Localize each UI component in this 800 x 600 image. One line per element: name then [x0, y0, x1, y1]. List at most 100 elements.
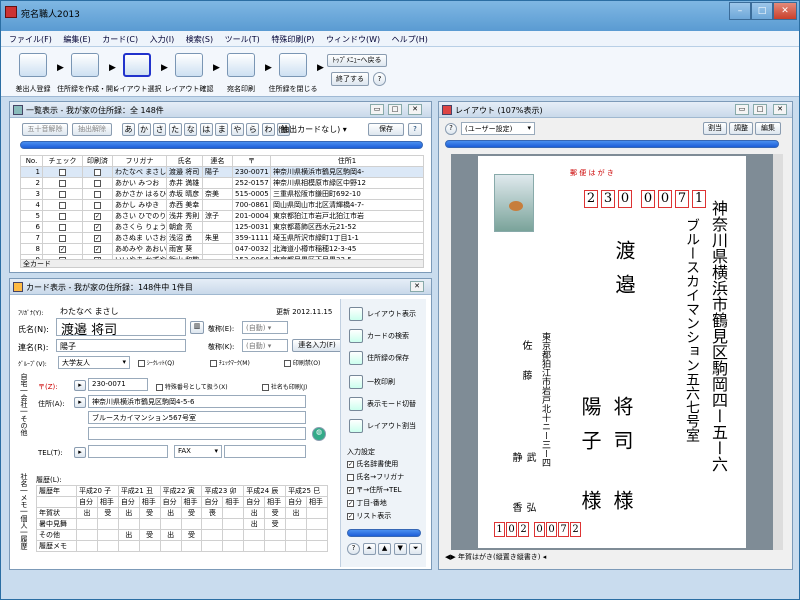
history-cell[interactable] [138, 518, 161, 530]
history-cell[interactable]: 受 [138, 507, 161, 519]
close-button[interactable]: ✕ [773, 2, 797, 20]
name-input[interactable]: 渡邉 将司 [56, 318, 186, 336]
history-cell[interactable] [117, 540, 140, 552]
help-icon[interactable]: ? [445, 123, 457, 135]
list-hscrollbar[interactable]: 全カード [20, 259, 424, 268]
panel-maximize-button[interactable]: □ [388, 104, 402, 115]
print-button[interactable]: 宛名印刷 [221, 53, 261, 94]
input-setting-checkbox[interactable]: ✓ リスト表示 [347, 511, 404, 524]
zip-lookup-arrow[interactable]: ▸ [74, 380, 86, 391]
save-button[interactable]: 保存 [368, 123, 404, 136]
column-header[interactable]: フリガナ [112, 155, 167, 167]
panel-close-button[interactable]: ✕ [408, 104, 422, 115]
secret-checkbox[interactable]: ｼｰｸﾚｯﾄ(Q) [138, 358, 174, 367]
checkbox[interactable]: ✓ [347, 486, 354, 494]
history-cell[interactable] [159, 518, 182, 530]
side-tab-other[interactable]: 社名 | メモ | 個人 | 履歴 [16, 473, 30, 563]
panel-minimize-button[interactable]: ▭ [370, 104, 384, 115]
history-cell[interactable] [305, 518, 329, 530]
edit-button[interactable]: 編集 [755, 122, 781, 135]
joint-name-button[interactable]: 連名入力(F) [292, 339, 342, 352]
history-cell[interactable]: 出 [243, 518, 266, 530]
honorific-select[interactable]: (自動) ▾ [242, 321, 288, 334]
help-icon[interactable]: ? [373, 72, 386, 86]
column-header[interactable]: 住所1 [270, 155, 424, 167]
extract-select[interactable]: (抽出カードなし) ▾ [278, 124, 362, 136]
printed-checkbox[interactable]: ✓ [94, 234, 101, 242]
fax-input[interactable] [224, 445, 306, 458]
history-cell[interactable] [264, 540, 287, 552]
layout-assign-button[interactable]: レイアウト割当 [347, 417, 421, 435]
panel-close-button[interactable]: ✕ [773, 104, 787, 115]
column-header[interactable]: 〒 [232, 155, 271, 167]
table-row[interactable]: 5 ✓ あさい ひでのり 浅井 秀則 涼子 201-0004 東京都狛江市岩戸北狛江市岩 [20, 210, 424, 222]
history-cell[interactable] [285, 529, 307, 541]
layout-select-button[interactable]: レイアウト選択 [113, 53, 162, 94]
column-header[interactable]: No. [20, 155, 43, 167]
history-cell[interactable]: 出 [159, 507, 182, 519]
tel-arrow[interactable]: ▸ [74, 447, 86, 458]
printed-checkbox[interactable] [94, 201, 101, 209]
checkbox[interactable]: ✓ [347, 460, 354, 468]
kana-tab[interactable]: や [230, 123, 244, 136]
history-cell[interactable] [76, 518, 98, 530]
history-cell[interactable]: 喪 [201, 507, 224, 519]
printed-checkbox[interactable]: ✓ [94, 223, 101, 231]
history-cell[interactable] [222, 507, 245, 519]
print-ban-checkbox[interactable]: 印刷禁(O) [284, 358, 320, 367]
address1-input[interactable]: 神奈川県横浜市鶴見区駒岡4-5-6 [88, 395, 306, 408]
history-cell[interactable] [264, 529, 287, 541]
history-cell[interactable] [243, 529, 266, 541]
minimize-button[interactable]: – [729, 2, 751, 20]
history-cell[interactable] [96, 540, 119, 552]
history-cell[interactable] [222, 518, 245, 530]
history-cell[interactable] [305, 540, 329, 552]
kana-tab[interactable]: た [168, 123, 182, 136]
check-checkbox[interactable] [59, 168, 66, 176]
history-cell[interactable] [201, 540, 224, 552]
menu-search[interactable]: 検索(S) [186, 35, 213, 44]
panel-close-button[interactable]: ✕ [410, 281, 424, 292]
history-cell[interactable]: 出 [76, 507, 98, 519]
history-cell[interactable] [117, 518, 140, 530]
table-row[interactable]: 4 あかし みゆき 赤西 美幸 700-0861 岡山県岡山市北区清輝橋4-7- [20, 199, 424, 211]
special-number-checkbox[interactable]: 特殊番号として扱う(X) [156, 382, 228, 391]
menu-input[interactable]: 入力(I) [150, 35, 175, 44]
menu-special-print[interactable]: 特殊印刷(P) [271, 35, 314, 44]
help-icon[interactable]: ? [408, 123, 422, 136]
checkmark-checkbox[interactable]: ﾁｪｯｸﾏｰｸ(M) [210, 358, 250, 367]
kana-tab[interactable]: は [199, 123, 213, 136]
kana-clear-button[interactable]: 五十音解除 [22, 123, 68, 136]
history-cell[interactable]: 出 [117, 529, 140, 541]
honorific2-select[interactable]: (自動) ▾ [242, 339, 288, 352]
menu-window[interactable]: ウィンドウ(W) [326, 35, 380, 44]
help-icon[interactable]: ? [347, 543, 360, 555]
printed-checkbox[interactable] [94, 190, 101, 198]
kana-tab[interactable]: わ [261, 123, 275, 136]
next-record-icon[interactable]: ▼ [393, 543, 407, 555]
panel-minimize-button[interactable]: ▭ [735, 104, 749, 115]
input-setting-checkbox[interactable]: ✓ 氏名辞書使用 [347, 459, 404, 472]
address3-input[interactable] [88, 427, 306, 440]
checkbox[interactable] [347, 473, 354, 481]
card-search-button[interactable]: カードの検索 [347, 327, 421, 345]
history-cell[interactable] [159, 540, 182, 552]
check-checkbox[interactable] [59, 223, 66, 231]
history-cell[interactable] [243, 540, 266, 552]
address-lookup-arrow[interactable]: ▸ [74, 397, 86, 408]
input-setting-checkbox[interactable]: ✓ 〒→住所→TEL [347, 485, 404, 498]
history-cell[interactable] [222, 540, 245, 552]
history-cell[interactable] [201, 518, 224, 530]
assign-button[interactable]: 割当 [703, 122, 727, 135]
history-cell[interactable]: 出 [159, 529, 182, 541]
history-cell[interactable] [180, 540, 203, 552]
history-cell[interactable]: 受 [180, 507, 203, 519]
table-row[interactable]: 2 あかい みつお 赤井 満雄 252-0157 神奈川県相模原市緑区中野12 [20, 177, 424, 189]
history-cell[interactable]: 受 [96, 507, 119, 519]
table-row[interactable]: 3 あかさか はるひこ赤坂 晴彦奈美515-0005三重県松阪市鎌田町692-10 [20, 188, 424, 200]
kana-field[interactable]: わたなべ まさし [60, 306, 119, 317]
menu-tools[interactable]: ツール(T) [225, 35, 260, 44]
history-cell[interactable] [305, 507, 329, 519]
page-nav-icon[interactable]: ◀▶ [445, 553, 456, 561]
kana-tab[interactable]: ら [246, 123, 260, 136]
